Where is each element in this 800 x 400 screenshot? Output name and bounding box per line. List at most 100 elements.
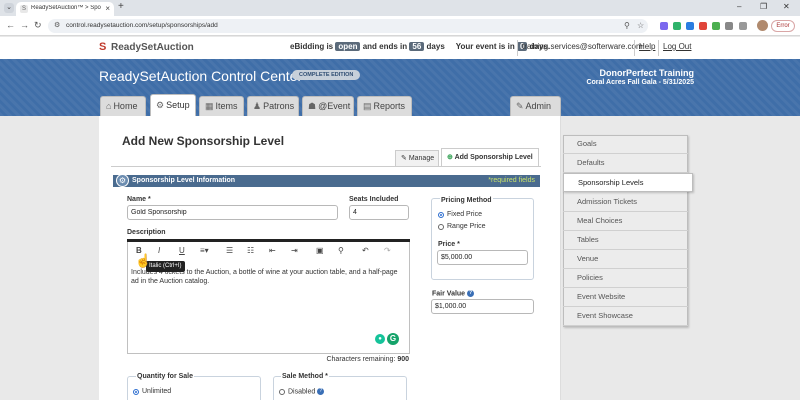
fixed-price-label: Fixed Price [447, 211, 483, 218]
menu-item-meal-choices[interactable]: Meal Choices [563, 212, 688, 231]
outdent-button[interactable]: ⇤ [269, 246, 276, 255]
error-button[interactable]: Error [771, 20, 795, 32]
extension-icon[interactable] [686, 22, 694, 30]
tab-reports[interactable]: ▤ Reports [357, 96, 412, 116]
divider [658, 40, 659, 56]
extensions-puzzle-icon[interactable] [725, 22, 733, 30]
redo-button[interactable]: ↷ [384, 246, 391, 255]
bullet-list-button[interactable]: ☰ [226, 246, 233, 255]
menu-item-event-showcase[interactable]: Event Showcase [563, 307, 688, 326]
quantity-label: Quantity for Sale [136, 373, 195, 380]
price-label: Price * [438, 241, 460, 248]
insert-image-button[interactable]: ▣ [316, 246, 324, 255]
profile-avatar[interactable] [757, 20, 768, 31]
tab-list-icon[interactable]: ⌄ [4, 3, 14, 13]
required-note: *required fields [488, 177, 535, 184]
help-icon[interactable]: ? [317, 388, 325, 395]
name-label: Name * [127, 196, 151, 203]
zoom-icon[interactable]: ⚲ [624, 21, 630, 30]
unlimited-label: Unlimited [142, 388, 172, 395]
tab-patrons[interactable]: ♟ Patrons [247, 96, 299, 116]
extension-icon[interactable] [673, 22, 681, 30]
grammarly-bulb-icon[interactable]: ● [375, 334, 385, 344]
close-tab-icon[interactable]: × [105, 4, 110, 13]
logo[interactable]: ReadySetAuction [111, 42, 194, 53]
browser-tab-title: ReadySetAuction™ > Sponsor [31, 5, 101, 11]
tab-underline [111, 166, 541, 167]
bookmark-star-icon[interactable]: ☆ [637, 21, 644, 30]
characters-remaining: Characters remaining: 900 [326, 356, 409, 363]
unlimited-radio[interactable] [133, 389, 139, 395]
range-price-label: Range Price [447, 223, 486, 230]
bidding-days-badge: 56 [409, 42, 425, 51]
person-icon: ♟ [253, 101, 262, 111]
menu-item-policies[interactable]: Policies [563, 269, 688, 288]
close-window-icon[interactable]: ✕ [783, 2, 790, 11]
numbered-list-button[interactable]: ☷ [247, 246, 254, 255]
browser-tab-bar: ⌄ S ReadySetAuction™ > Sponsor × + – ❐ ✕ [0, 0, 800, 16]
menu-item-goals[interactable]: Goals [563, 135, 688, 154]
forward-icon[interactable]: → [20, 20, 29, 30]
back-icon[interactable]: ← [6, 20, 15, 30]
tab-add-sponsorship-level[interactable]: ⊕ Add Sponsorship Level [441, 148, 539, 166]
report-icon: ▤ [363, 101, 372, 111]
bidding-state-badge: open [335, 42, 361, 51]
group-icon: ☗ [308, 101, 317, 111]
logo-icon: S [99, 41, 107, 53]
logout-link[interactable]: Log Out [663, 42, 691, 51]
tab-event[interactable]: ☗ @Event [302, 96, 354, 116]
extension-icon[interactable] [660, 22, 668, 30]
editor-top-border [127, 239, 410, 242]
extension-icon[interactable] [712, 22, 720, 30]
site-top-bar: S ReadySetAuction eBidding is open and e… [0, 37, 800, 59]
align-dropdown[interactable]: ≡▾ [200, 246, 209, 255]
browser-tab[interactable]: S ReadySetAuction™ > Sponsor × [16, 2, 114, 16]
address-bar-row: ← → ↻ ⚙ control.readysetauction.com/setu… [0, 16, 800, 36]
gears-icon: ⚙ [156, 100, 165, 110]
bidding-status: eBidding is open and ends in 56 days You… [290, 42, 551, 51]
tab-home[interactable]: ⌂ Home [100, 96, 146, 116]
price-input[interactable] [437, 250, 528, 265]
reload-icon[interactable]: ↻ [34, 20, 42, 31]
underline-button[interactable]: U [179, 246, 185, 255]
favicon-icon: S [20, 5, 28, 13]
menu-item-admission-tickets[interactable]: Admission Tickets [563, 193, 688, 212]
site-info-icon[interactable]: ⚙ [54, 21, 60, 29]
tab-admin[interactable]: ✎ Admin [510, 96, 561, 116]
event-name: Coral Acres Fall Gala - 5/31/2025 [586, 79, 694, 86]
maximize-icon[interactable]: ❐ [760, 2, 767, 11]
italic-button[interactable]: I [158, 246, 160, 255]
disabled-label: Disabled? [288, 388, 325, 395]
new-tab-icon[interactable]: + [118, 1, 124, 12]
organization-name: DonorPerfect Training [599, 68, 694, 78]
edition-badge: COMPLETE EDITION [292, 70, 361, 80]
extension-icon[interactable] [699, 22, 707, 30]
undo-button[interactable]: ↶ [362, 246, 369, 255]
page-title: Add New Sponsorship Level [122, 134, 285, 148]
tab-manage[interactable]: ✎ Manage [395, 150, 439, 166]
fair-value-input[interactable] [431, 299, 534, 314]
wrench-icon: ✎ [516, 101, 524, 111]
description-editor[interactable] [127, 240, 410, 354]
side-panel-icon[interactable] [739, 22, 747, 30]
seats-input[interactable] [349, 205, 409, 220]
minimize-icon[interactable]: – [737, 2, 741, 11]
menu-item-tables[interactable]: Tables [563, 231, 688, 250]
url-field[interactable]: ⚙ control.readysetauction.com/setup/spon… [48, 19, 648, 33]
range-price-radio[interactable] [438, 224, 444, 230]
grammarly-icon[interactable]: G [387, 333, 399, 345]
menu-item-defaults[interactable]: Defaults [563, 154, 688, 173]
menu-item-event-website[interactable]: Event Website [563, 288, 688, 307]
name-input[interactable] [127, 205, 338, 220]
grid-icon: ▦ [205, 101, 214, 111]
menu-item-sponsorship-levels[interactable]: Sponsorship Levels [563, 173, 693, 192]
insert-link-button[interactable]: ⚲ [338, 246, 344, 255]
indent-button[interactable]: ⇥ [291, 246, 298, 255]
help-link[interactable]: Help [639, 42, 655, 51]
tab-items[interactable]: ▦ Items [199, 96, 244, 116]
fixed-price-radio[interactable] [438, 212, 444, 218]
menu-item-venue[interactable]: Venue [563, 250, 688, 269]
tab-setup[interactable]: ⚙ Setup [150, 94, 196, 116]
disabled-radio[interactable] [279, 389, 285, 395]
help-icon[interactable]: ? [467, 290, 475, 297]
